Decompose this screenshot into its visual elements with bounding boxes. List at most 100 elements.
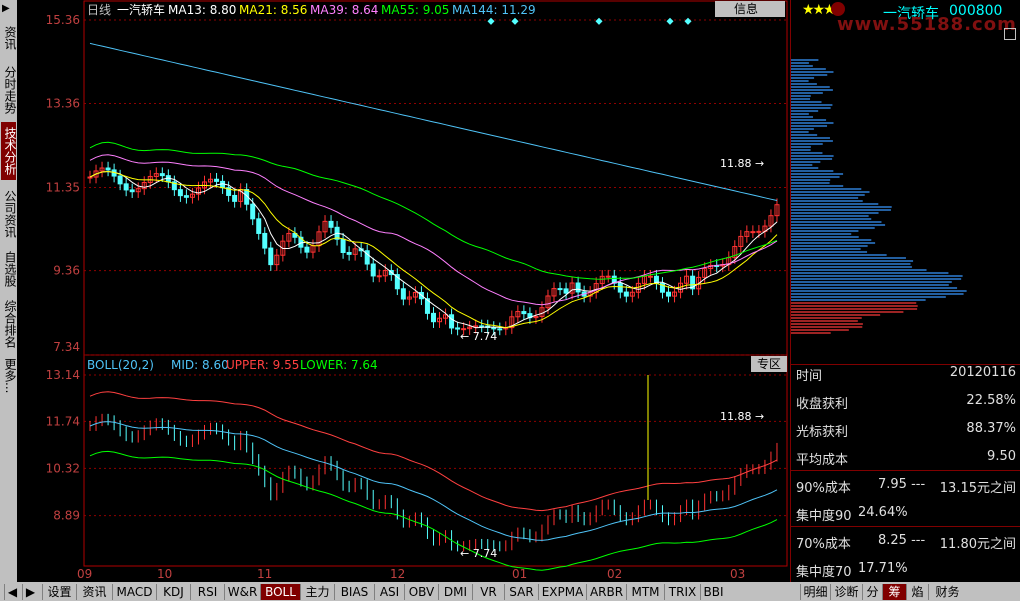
row-average-cost: 平均成本 9.50 bbox=[796, 449, 1016, 468]
left-tab-4[interactable]: 自选股 bbox=[1, 246, 17, 292]
ma13-line bbox=[89, 170, 778, 329]
bottom-tab-5[interactable]: W&R bbox=[224, 584, 260, 600]
right-tab-2[interactable]: 分 bbox=[862, 584, 882, 600]
signal-diamond bbox=[595, 17, 603, 25]
main-low-label: ← 7.74 bbox=[460, 330, 497, 343]
candle-body bbox=[304, 246, 310, 253]
candle-body bbox=[268, 247, 274, 266]
right-tab-3[interactable]: 筹 bbox=[882, 584, 906, 600]
bottom-tab-4[interactable]: RSI bbox=[190, 584, 224, 600]
candle-body bbox=[256, 218, 262, 234]
bottom-tab-8[interactable]: BIAS bbox=[334, 584, 374, 600]
main-header-0: 日线 bbox=[87, 3, 111, 17]
bottom-tab-1[interactable]: 资讯 bbox=[76, 584, 112, 600]
right-tab-4[interactable]: 焰 bbox=[906, 584, 928, 600]
boll-high-label: 11.88 → bbox=[720, 410, 764, 423]
bottom-tab-14[interactable]: EXPMA bbox=[538, 584, 586, 600]
left-tab-1[interactable]: 分时走势 bbox=[1, 62, 17, 118]
main-frame bbox=[83, 0, 788, 356]
divider bbox=[791, 470, 1020, 471]
xaxis-label-0: 09 bbox=[77, 567, 92, 581]
candle-body bbox=[750, 231, 756, 234]
candle-body bbox=[623, 291, 629, 297]
boll-ytick-0: 13.14 bbox=[46, 368, 80, 382]
expand-icon[interactable] bbox=[1004, 28, 1016, 40]
main-header-3: MA21: 8.56 bbox=[239, 3, 307, 17]
candle-body bbox=[340, 238, 346, 253]
xaxis-label-5: 02 bbox=[607, 567, 622, 581]
signal-diamond bbox=[684, 17, 692, 25]
candle-body bbox=[376, 275, 382, 278]
main-high-label: 11.88 → bbox=[720, 157, 764, 170]
candle-body bbox=[159, 173, 165, 177]
bottom-tab-16[interactable]: MTM bbox=[626, 584, 664, 600]
candle-body bbox=[449, 314, 455, 329]
right-tab-1[interactable]: 诊断 bbox=[830, 584, 862, 600]
signal-diamond bbox=[511, 17, 519, 25]
candle-body bbox=[262, 232, 268, 249]
left-tab-6[interactable]: 更多... bbox=[1, 356, 17, 396]
boll-header-3: LOWER: 7.64 bbox=[300, 358, 378, 372]
kline-chart-svg[interactable]: 15.36 13.36 11.35 9.36 7.34 13.14 11.74 10.32 8.… bbox=[17, 0, 790, 582]
boll-mid-line bbox=[89, 421, 778, 541]
main-ytick-0: 15.36 bbox=[46, 13, 80, 27]
boll-header-1: MID: 8.60 bbox=[171, 358, 229, 372]
bottom-tab-7[interactable]: 主力 bbox=[300, 584, 334, 600]
bottom-tab-0[interactable]: 设置 bbox=[42, 584, 76, 600]
bottom-tab-11[interactable]: DMI bbox=[438, 584, 472, 600]
candle-body bbox=[491, 326, 497, 330]
chip-distribution-panel: ★★★ 一汽轿车 000800 www.55188.com 时间 20120116… bbox=[790, 0, 1020, 582]
right-tab-5[interactable]: 财务 bbox=[928, 584, 966, 600]
boll-upper-line bbox=[89, 391, 778, 512]
row-conc90: 集中度90 24.64% bbox=[796, 505, 908, 524]
left-tab-2[interactable]: 技术分析 bbox=[1, 122, 17, 180]
scroll-left-icon[interactable]: ◀ bbox=[4, 584, 20, 600]
main-ytick-3: 9.36 bbox=[53, 264, 80, 278]
ma144-line bbox=[89, 42, 778, 201]
kline-chart-area[interactable]: 15.36 13.36 11.35 9.36 7.34 13.14 11.74 10.32 8.… bbox=[17, 0, 790, 582]
bottom-tab-15[interactable]: ARBR bbox=[586, 584, 626, 600]
main-ytick-1: 13.36 bbox=[46, 97, 80, 111]
left-tab-5[interactable]: 综合排名 bbox=[1, 296, 17, 352]
zone-button-label: 专区 bbox=[757, 356, 781, 371]
candle-body bbox=[497, 328, 503, 331]
xaxis-label-1: 10 bbox=[157, 567, 172, 581]
boll-ytick-1: 11.74 bbox=[46, 414, 80, 428]
bottom-tab-2[interactable]: MACD bbox=[112, 584, 156, 600]
candle-body bbox=[400, 288, 406, 300]
candle-body bbox=[430, 312, 436, 323]
bottom-tab-9[interactable]: ASI bbox=[374, 584, 404, 600]
boll-header-0: BOLL(20,2) bbox=[87, 358, 154, 372]
candle-body bbox=[479, 325, 485, 328]
bottom-tab-12[interactable]: VR bbox=[472, 584, 504, 600]
right-tab-0[interactable]: 明细 bbox=[800, 584, 830, 600]
candle-body bbox=[177, 189, 183, 197]
candle-body bbox=[455, 327, 461, 330]
candle-body bbox=[575, 282, 581, 293]
xaxis-label-3: 12 bbox=[390, 567, 405, 581]
candle-body bbox=[346, 251, 352, 255]
left-tab-3[interactable]: 公司资讯 bbox=[1, 186, 17, 242]
candles bbox=[87, 161, 780, 552]
left-tab-0[interactable]: 资讯 bbox=[1, 18, 17, 58]
bottom-tab-6[interactable]: BOLL bbox=[260, 584, 300, 600]
boll-header-2: UPPER: 9.55 bbox=[226, 358, 299, 372]
bottom-tab-3[interactable]: KDJ bbox=[156, 584, 190, 600]
bottom-tab-17[interactable]: TRIX bbox=[664, 584, 700, 600]
main-ytick-2: 11.35 bbox=[46, 181, 80, 195]
row-conc70: 集中度70 17.71% bbox=[796, 561, 908, 580]
row-cost70: 70%成本 8.25 --- 11.80元之间 bbox=[796, 533, 1016, 552]
main-header-2: MA13: 8.80 bbox=[168, 3, 236, 17]
ma55-line bbox=[89, 141, 778, 280]
bottom-tab-10[interactable]: OBV bbox=[404, 584, 438, 600]
candle-body bbox=[617, 282, 623, 293]
bottom-tab-18[interactable]: BBI bbox=[700, 584, 726, 600]
bottom-tab-13[interactable]: SAR bbox=[504, 584, 538, 600]
rating-stars: ★★★ bbox=[802, 2, 836, 18]
xaxis-label-4: 01 bbox=[512, 567, 527, 581]
scroll-right-icon[interactable]: ▶ bbox=[22, 584, 38, 600]
row-close-profit: 收盘获利 22.58% bbox=[796, 393, 1016, 412]
candle-body bbox=[563, 288, 569, 294]
collapse-arrow-icon[interactable]: ▶ bbox=[2, 3, 10, 14]
signal-diamond bbox=[666, 17, 674, 25]
